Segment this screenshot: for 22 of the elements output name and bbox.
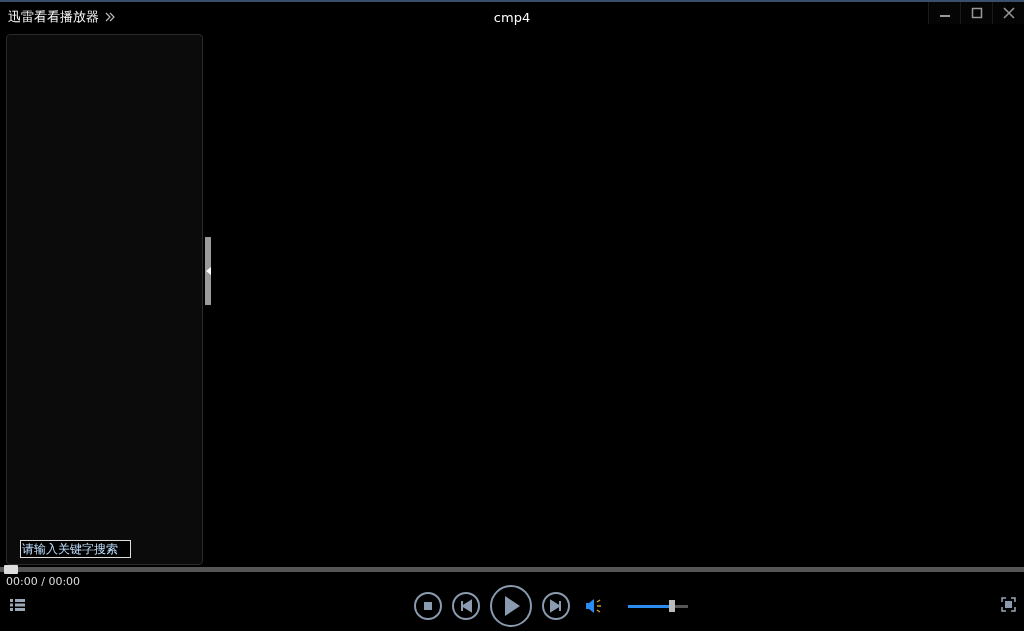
close-icon (1002, 7, 1015, 19)
previous-button[interactable] (452, 592, 480, 620)
fullscreen-icon[interactable] (1001, 597, 1016, 615)
maximize-icon (970, 7, 983, 19)
collapse-handle[interactable] (205, 237, 211, 305)
minimize-icon (938, 15, 951, 17)
minimize-button[interactable] (928, 2, 960, 24)
maximize-button[interactable] (960, 2, 992, 24)
volume-thumb[interactable] (668, 599, 675, 612)
search-field[interactable]: 请输入关键字搜索 (20, 540, 131, 558)
play-icon (505, 596, 520, 616)
play-button[interactable] (490, 585, 532, 627)
double-chevron-icon[interactable] (105, 12, 115, 22)
speaker-icon[interactable] (586, 599, 602, 613)
app-name: 迅雷看看播放器 (8, 8, 99, 26)
close-button[interactable] (992, 2, 1024, 24)
seek-thumb[interactable] (4, 565, 18, 574)
stop-button[interactable] (414, 592, 442, 620)
playlist-icon[interactable] (10, 598, 25, 614)
next-button[interactable] (542, 592, 570, 620)
window-title: cmp4 (493, 10, 531, 25)
time-display: 00:00 / 00:00 (5, 574, 82, 589)
